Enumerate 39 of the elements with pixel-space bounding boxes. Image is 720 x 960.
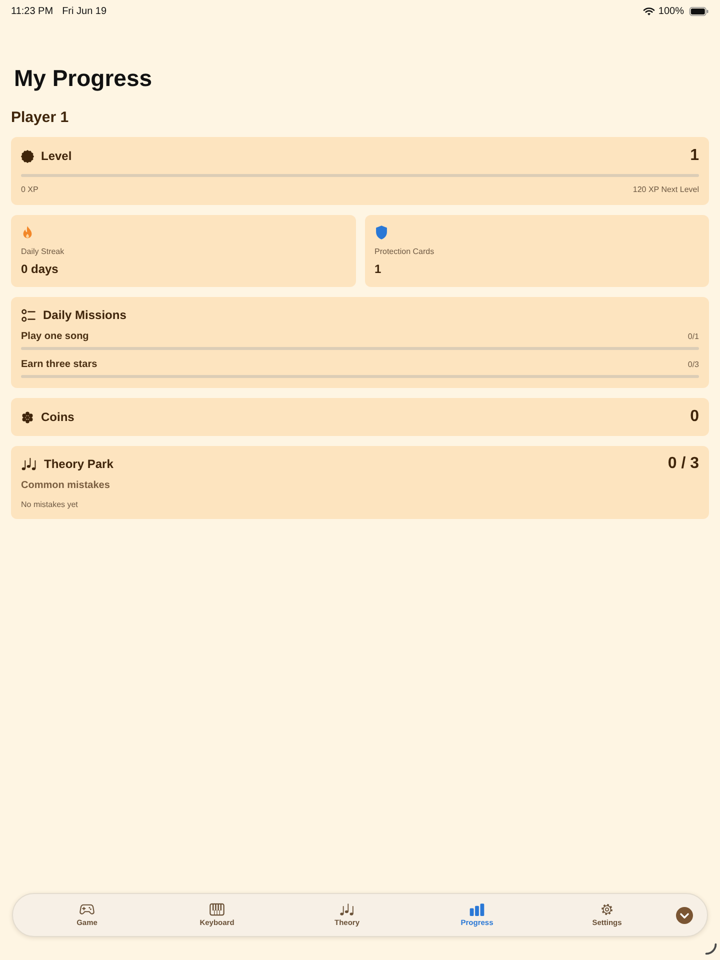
coins-label: Coins [41, 409, 74, 426]
mission-name: Play one song [21, 330, 89, 343]
controller-icon [78, 902, 95, 916]
stat-label: Daily Streak [21, 246, 64, 257]
stat-value: 1 [374, 261, 382, 277]
music-notes-icon [338, 902, 355, 916]
coins-value: 0 [690, 408, 699, 426]
status-date: Fri Jun 19 [62, 6, 107, 16]
checklist-icon [21, 308, 36, 322]
theory-score: 0 / 3 [668, 455, 699, 473]
chevron-down-icon[interactable] [676, 906, 693, 924]
mission-count: 0/3 [688, 360, 699, 370]
theory-title: Theory Park [44, 456, 114, 473]
level-label: Level [41, 148, 72, 165]
shield-icon [374, 225, 388, 240]
music-notes-icon [21, 457, 37, 471]
level-value: 1 [690, 147, 699, 165]
settings-icon [599, 902, 615, 916]
stat-label: Protection Cards [374, 246, 434, 257]
bar-chart-icon [469, 902, 485, 916]
page-title: My Progress [14, 64, 152, 93]
coins-icon [21, 410, 34, 424]
battery-percent: 100% [658, 6, 684, 16]
next-level-xp-label: 120 XP Next Level [632, 185, 699, 195]
mission-count: 0/1 [688, 332, 699, 342]
missions-title: Daily Missions [43, 307, 126, 324]
flame-icon [21, 225, 34, 240]
battery-icon [689, 6, 709, 16]
current-xp-label: 0 XP [21, 185, 38, 195]
player-name: Player 1 [11, 108, 69, 128]
corner-handle-icon[interactable] [705, 942, 717, 954]
stat-value: 0 days [21, 261, 58, 277]
wifi-icon [643, 6, 656, 16]
badge-icon [21, 150, 34, 162]
piano-keys-icon [209, 902, 225, 916]
theory-note: No mistakes yet [21, 500, 78, 510]
status-time: 11:23 PM [11, 6, 54, 16]
theory-subtitle: Common mistakes [21, 480, 110, 492]
mission-name: Earn three stars [21, 358, 98, 371]
